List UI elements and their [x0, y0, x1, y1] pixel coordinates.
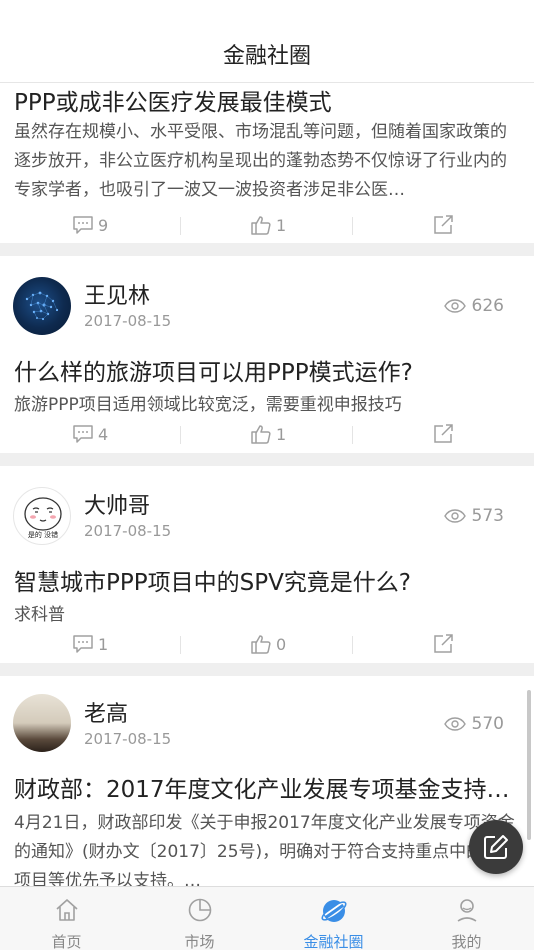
view-count-value: 626 [471, 296, 504, 316]
tab-me[interactable]: 我的 [400, 887, 533, 950]
view-count-value: 570 [471, 714, 504, 734]
comment-count: 4 [98, 424, 109, 444]
comment-icon [73, 425, 93, 443]
tab-label: 市场 [184, 933, 215, 950]
view-count: 570 [443, 714, 504, 734]
view-count-value: 573 [471, 506, 504, 526]
post-title[interactable]: 智慧城市PPP项目中的SPV究竟是什么? [14, 563, 520, 597]
post-title[interactable]: 财政部：2017年度文化产业发展专项基金支持… [14, 770, 520, 804]
comment-button[interactable]: 4 [72, 414, 108, 454]
avatar[interactable] [13, 694, 71, 752]
like-count: 1 [276, 424, 287, 444]
divider [180, 426, 181, 444]
separator [0, 243, 534, 256]
planet-icon [320, 900, 347, 922]
tab-label: 金融社圈 [303, 933, 364, 950]
tab-finance-circle[interactable]: 金融社圈 [267, 887, 400, 950]
share-icon [434, 424, 453, 443]
bottom-tab-bar: 首页 市场 金融社圈 我的 [0, 886, 534, 950]
comment-button[interactable]: 9 [72, 205, 108, 245]
post-card[interactable]: PPP或成非公医疗发展最佳模式 虽然存在规模小、水平受限、市场混乱等问题，但随着… [0, 83, 534, 243]
post-actions: 1 0 [0, 624, 534, 664]
post-title[interactable]: 什么样的旅游项目可以用PPP模式运作? [14, 353, 520, 387]
post-feed[interactable]: PPP或成非公医疗发展最佳模式 虽然存在规模小、水平受限、市场混乱等问题，但随着… [0, 83, 534, 886]
thumbs-up-icon [251, 216, 271, 235]
post-actions: 9 1 [0, 205, 534, 245]
author-name[interactable]: 老高 [84, 696, 128, 728]
comment-count: 1 [98, 634, 109, 654]
author-name[interactable]: 大帅哥 [84, 488, 150, 520]
comment-button[interactable]: 1 [72, 624, 108, 664]
share-button[interactable] [432, 624, 454, 664]
view-count: 573 [443, 506, 504, 526]
share-icon [434, 634, 453, 653]
like-count: 0 [276, 634, 287, 654]
thumbs-up-icon [251, 425, 271, 444]
author-name[interactable]: 王见林 [84, 278, 150, 310]
divider [352, 636, 353, 654]
thumbs-up-icon [251, 635, 271, 654]
like-button[interactable]: 0 [250, 624, 286, 664]
nav-header: 金融社圈 [0, 0, 534, 83]
edit-icon [484, 835, 508, 859]
separator [0, 453, 534, 466]
home-icon [55, 899, 78, 921]
avatar[interactable]: 是的 没错 [13, 487, 71, 545]
view-count: 626 [443, 296, 504, 316]
share-button[interactable] [432, 205, 454, 245]
divider [180, 636, 181, 654]
eye-icon [443, 509, 466, 523]
like-count: 1 [276, 215, 287, 235]
post-card[interactable]: 是的 没错 大帅哥 2017-08-15 573 智慧城市PPP项目中的SPV究… [0, 466, 534, 663]
separator [0, 663, 534, 676]
comment-count: 9 [98, 215, 109, 235]
post-excerpt: 4月21日，财政部印发《关于申报2017年度文化产业发展专项资金的通知》(财办文… [14, 813, 515, 886]
tab-market[interactable]: 市场 [133, 887, 266, 950]
divider [180, 217, 181, 235]
tab-label: 首页 [51, 933, 82, 950]
post-title[interactable]: PPP或成非公医疗发展最佳模式 [14, 83, 520, 117]
tab-home[interactable]: 首页 [0, 887, 133, 950]
compose-button[interactable] [469, 820, 523, 874]
eye-icon [443, 717, 466, 731]
post-card[interactable]: 王见林 2017-08-15 626 什么样的旅游项目可以用PPP模式运作? 旅… [0, 256, 534, 453]
post-date: 2017-08-15 [84, 522, 172, 540]
svg-text:是的 没错: 是的 没错 [28, 530, 58, 539]
post-excerpt: 虽然存在规模小、水平受限、市场混乱等问题，但随着国家政策的逐步放开，非公立医疗机… [14, 122, 507, 200]
like-button[interactable]: 1 [250, 205, 286, 245]
comment-icon [73, 216, 93, 234]
network-map-image [25, 291, 59, 321]
scrollbar[interactable] [527, 690, 531, 840]
eye-icon [443, 299, 466, 313]
divider [352, 217, 353, 235]
post-actions: 4 1 [0, 414, 534, 454]
tab-label: 我的 [451, 933, 482, 950]
emoji-face-image: 是的 没错 [24, 497, 62, 539]
share-icon [434, 215, 453, 234]
page-title: 金融社圈 [222, 44, 311, 69]
divider [352, 426, 353, 444]
user-icon [457, 899, 476, 922]
share-button[interactable] [432, 414, 454, 454]
avatar[interactable] [13, 277, 71, 335]
like-button[interactable]: 1 [250, 414, 286, 454]
post-card[interactable]: 老高 2017-08-15 570 财政部：2017年度文化产业发展专项基金支持… [0, 676, 534, 886]
post-date: 2017-08-15 [84, 312, 172, 330]
pie-chart-icon [188, 898, 211, 922]
post-date: 2017-08-15 [84, 730, 172, 748]
comment-icon [73, 635, 93, 653]
